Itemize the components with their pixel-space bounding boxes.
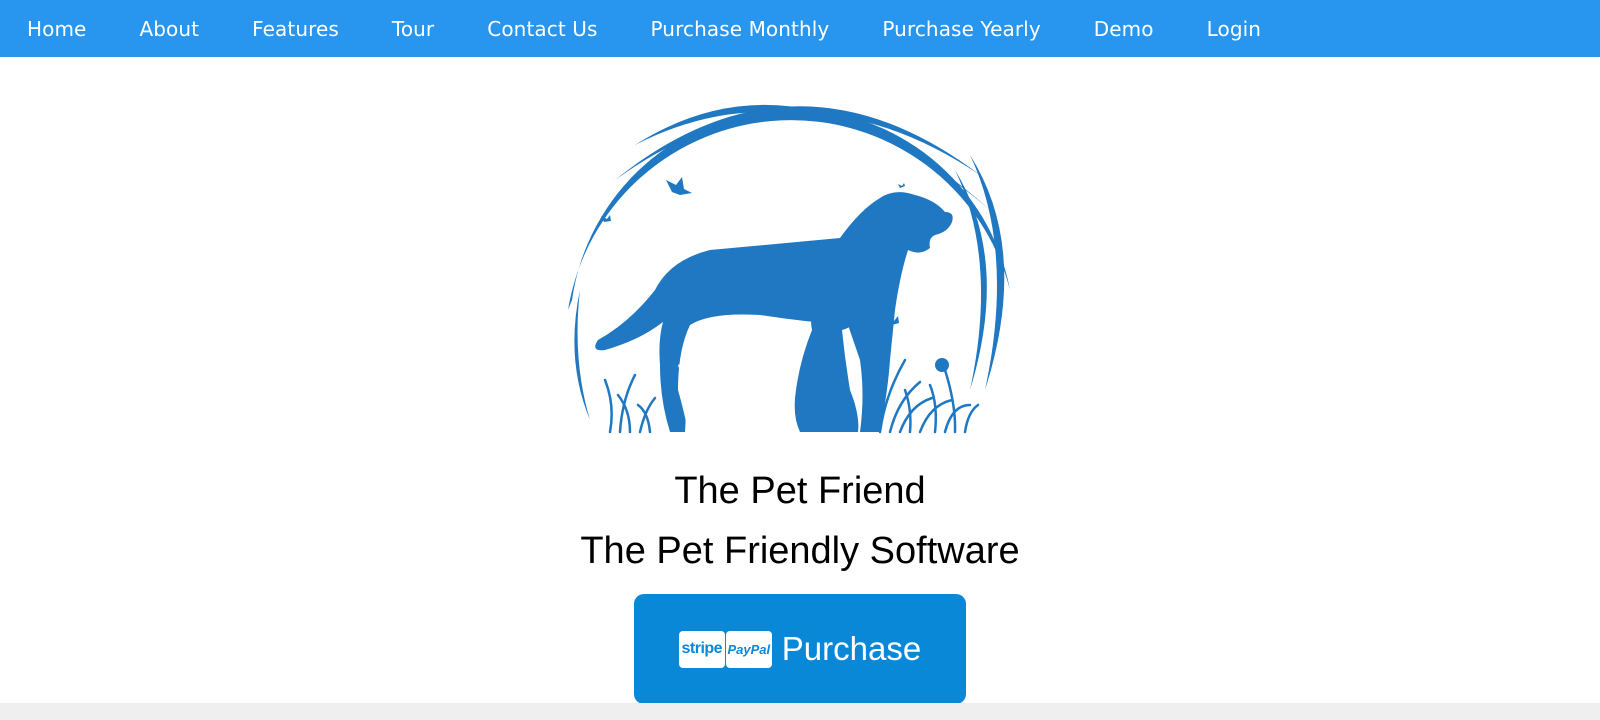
dog-and-cat-logo-icon (568, 104, 1010, 434)
paypal-logo-icon: PayPal (725, 630, 772, 668)
pet-logo (560, 60, 1030, 445)
nav-demo[interactable]: Demo (1094, 17, 1154, 41)
nav-tour[interactable]: Tour (392, 17, 434, 41)
top-navbar: Home About Features Tour Contact Us Purc… (0, 0, 1600, 57)
nav-contact-us[interactable]: Contact Us (487, 17, 597, 41)
payment-badges: stripe PayPal (678, 630, 772, 668)
nav-features[interactable]: Features (252, 17, 339, 41)
page-bottom-band (0, 703, 1600, 720)
nav-login[interactable]: Login (1207, 17, 1261, 41)
stripe-logo-icon: stripe (678, 630, 725, 668)
nav-purchase-monthly[interactable]: Purchase Monthly (651, 17, 830, 41)
site-title: The Pet Friend (674, 470, 926, 512)
site-subtitle: The Pet Friendly Software (580, 530, 1020, 572)
purchase-button-label: Purchase (781, 630, 922, 667)
nav-home[interactable]: Home (27, 17, 86, 41)
nav-purchase-yearly[interactable]: Purchase Yearly (882, 17, 1040, 41)
purchase-button[interactable]: stripe PayPal Purchase (634, 594, 966, 704)
nav-about[interactable]: About (139, 17, 199, 41)
